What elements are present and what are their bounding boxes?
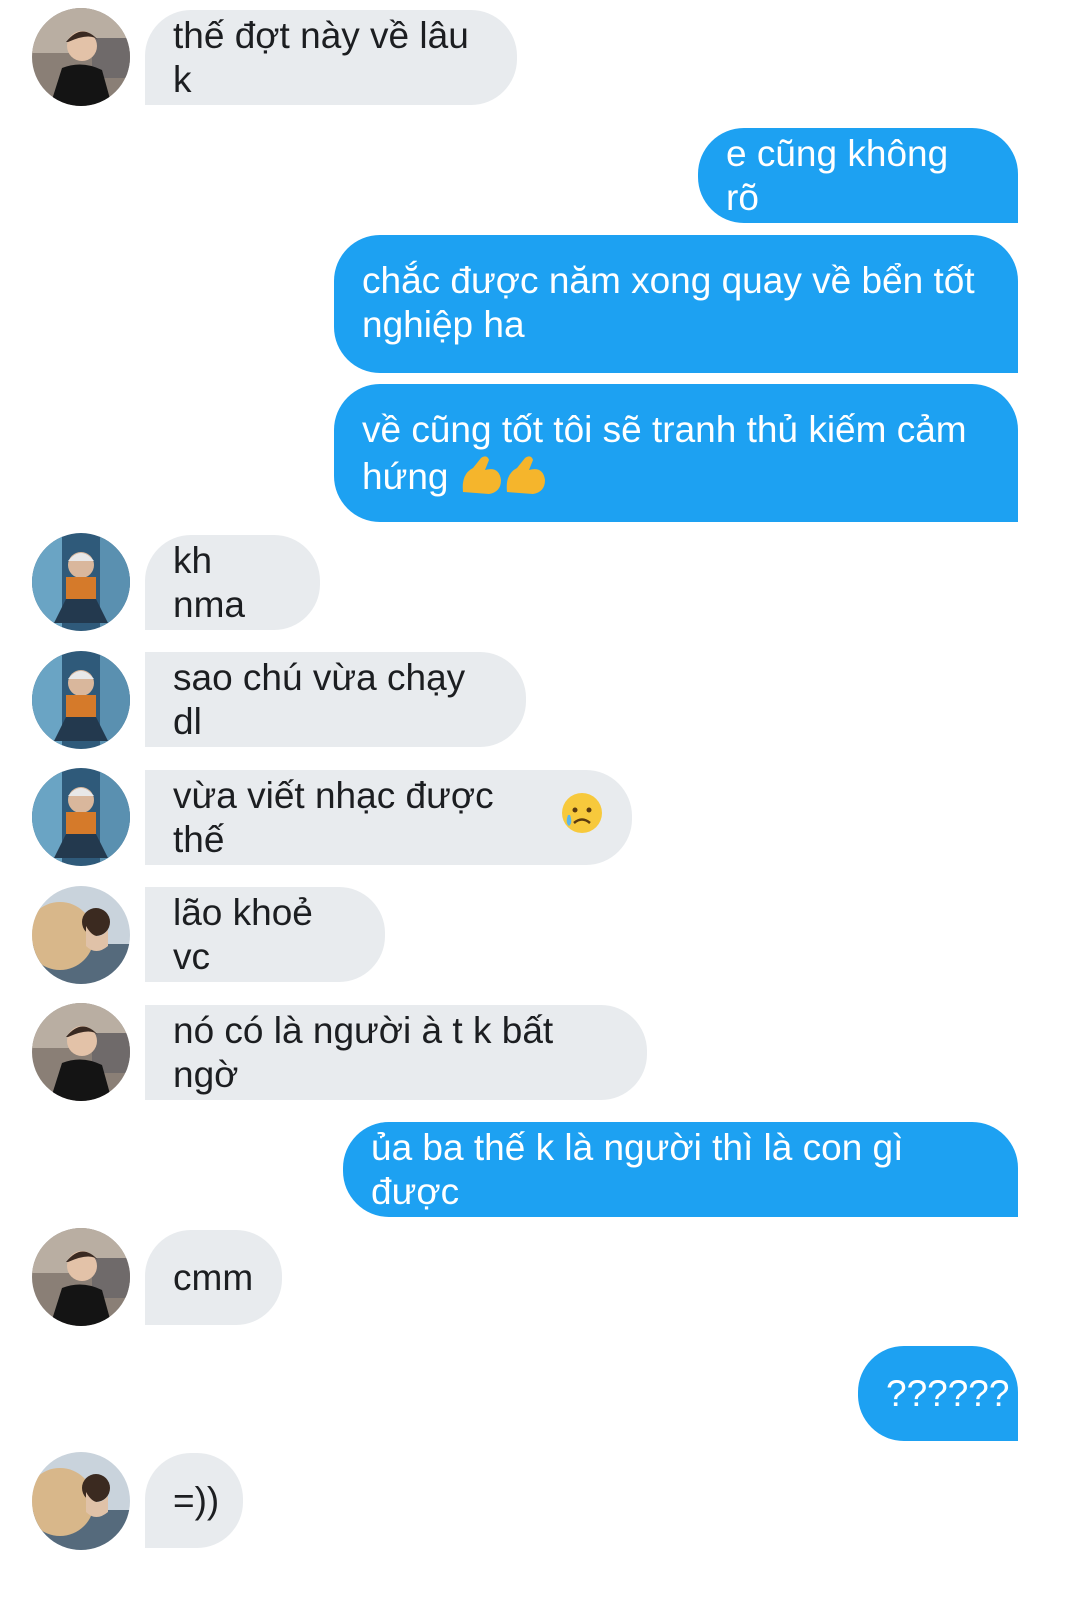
avatar-photo-icon xyxy=(32,651,130,749)
sad-but-relieved-face-icon xyxy=(560,791,604,845)
message-bubble[interactable]: về cũng tốt tôi sẽ tranh thủ kiếm cảm hứ… xyxy=(334,384,1018,522)
avatar[interactable] xyxy=(32,533,130,631)
message-bubble[interactable]: vừa viết nhạc được thế xyxy=(145,770,632,865)
message-bubble[interactable]: chắc được năm xong quay về bển tốt nghiệ… xyxy=(334,235,1018,373)
avatar-photo-icon xyxy=(32,1228,130,1326)
avatar-photo-icon xyxy=(32,886,130,984)
message-text: vừa viết nhạc được thế xyxy=(173,774,494,860)
message-text: ủa ba thế k là người thì là con gì được xyxy=(371,1126,904,1212)
message-text: e cũng không rõ xyxy=(726,132,949,218)
avatar[interactable] xyxy=(32,886,130,984)
avatar[interactable] xyxy=(32,768,130,866)
message-text: nó có là người à t k bất ngờ xyxy=(173,1009,554,1095)
message-bubble[interactable]: kh nma xyxy=(145,535,320,630)
message-bubble[interactable]: =)) xyxy=(145,1453,243,1548)
message-text: ?????? xyxy=(886,1372,1010,1414)
avatar[interactable] xyxy=(32,651,130,749)
avatar[interactable] xyxy=(32,1003,130,1101)
message-text: lão khoẻ vc xyxy=(173,891,313,977)
message-bubble[interactable]: ?????? xyxy=(858,1346,1018,1441)
avatar-photo-icon xyxy=(32,8,130,106)
message-bubble[interactable]: ủa ba thế k là người thì là con gì được xyxy=(343,1122,1018,1217)
avatar-photo-icon xyxy=(32,1003,130,1101)
flexed-biceps-icon xyxy=(459,452,547,506)
message-text: thế đợt này về lâu k xyxy=(173,14,469,100)
message-text: sao chú vừa chạy dl xyxy=(173,656,466,742)
message-text: =)) xyxy=(173,1479,220,1521)
avatar[interactable] xyxy=(32,1228,130,1326)
avatar-photo-icon xyxy=(32,1452,130,1550)
message-text: chắc được năm xong quay về bển tốt nghiệ… xyxy=(362,260,975,345)
message-text: cmm xyxy=(173,1256,254,1298)
message-bubble[interactable]: nó có là người à t k bất ngờ xyxy=(145,1005,647,1100)
avatar[interactable] xyxy=(32,1452,130,1550)
message-text: về cũng tốt tôi sẽ tranh thủ kiếm cảm hứ… xyxy=(362,409,967,497)
avatar-photo-icon xyxy=(32,533,130,631)
message-bubble[interactable]: e cũng không rõ xyxy=(698,128,1018,223)
message-bubble[interactable]: sao chú vừa chạy dl xyxy=(145,652,526,747)
message-text: kh nma xyxy=(173,539,245,625)
avatar[interactable] xyxy=(32,8,130,106)
message-bubble[interactable]: lão khoẻ vc xyxy=(145,887,385,982)
avatar-photo-icon xyxy=(32,768,130,866)
message-bubble[interactable]: thế đợt này về lâu k xyxy=(145,10,517,105)
message-bubble[interactable]: cmm xyxy=(145,1230,282,1325)
